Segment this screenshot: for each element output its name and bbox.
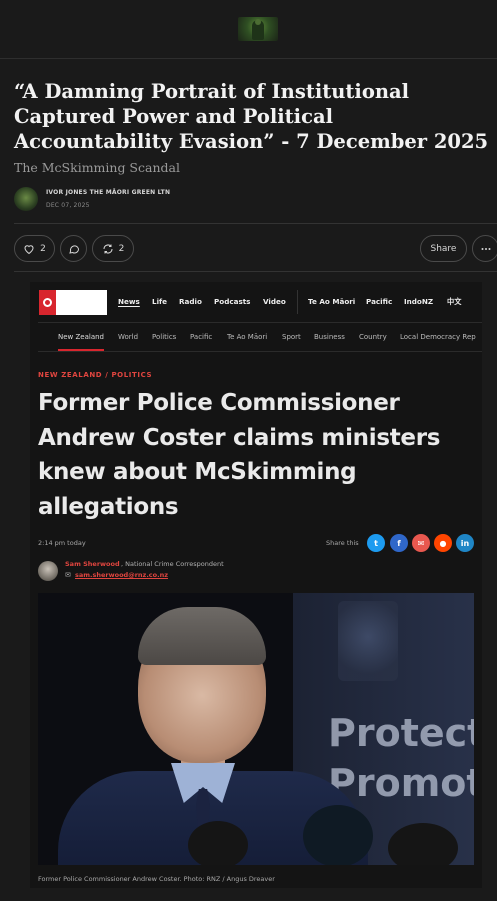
post-date: DEC 07, 2025 bbox=[46, 202, 90, 209]
article-headline: Former Police Commissioner Andrew Coster… bbox=[38, 390, 441, 520]
article-category: NEW ZEALAND / POLITICS bbox=[38, 371, 153, 379]
rnz-nav-pacific: Pacific bbox=[366, 297, 393, 306]
rnz-subnav-sport: Sport bbox=[282, 333, 301, 341]
rnz-subnav-politics: Politics bbox=[152, 333, 177, 341]
byline-avatar bbox=[38, 561, 58, 581]
rnz-nav-radio: Radio bbox=[179, 297, 202, 306]
backdrop-text-protect: Protect bbox=[328, 711, 474, 755]
share-button[interactable]: Share bbox=[420, 235, 467, 262]
email-share-icon: ✉ bbox=[412, 534, 430, 552]
restack-button[interactable]: 2 bbox=[92, 235, 134, 262]
police-crest bbox=[338, 601, 398, 681]
photo-hair bbox=[138, 607, 266, 665]
rnz-subnav-country: Country bbox=[359, 333, 387, 341]
rnz-subnav-new-zealand: New Zealand bbox=[58, 333, 104, 351]
rnz-top-nav: News Life Radio Podcasts Video Te Ao Māo… bbox=[30, 282, 482, 322]
post-subtitle: The McSkimming Scandal bbox=[14, 160, 180, 175]
twitter-icon: t bbox=[367, 534, 385, 552]
microphone bbox=[303, 805, 373, 865]
heart-icon bbox=[24, 244, 34, 254]
restack-icon bbox=[103, 244, 113, 253]
rnz-nav-te-ao-maori: Te Ao Māori bbox=[308, 297, 356, 306]
photo-caption: Former Police Commissioner Andrew Coster… bbox=[38, 875, 275, 883]
comment-icon bbox=[68, 244, 79, 254]
more-options-button[interactable] bbox=[472, 235, 497, 262]
rnz-subnav-local-democracy: Local Democracy Rep bbox=[400, 333, 476, 341]
byline-email: sam.sherwood@rnz.co.nz bbox=[75, 571, 168, 579]
byline-name: Sam Sherwood bbox=[65, 560, 120, 568]
share-this-label: Share this bbox=[326, 539, 359, 547]
rnz-subnav-world: World bbox=[118, 333, 139, 341]
author-avatar[interactable] bbox=[14, 187, 38, 211]
more-icon bbox=[481, 247, 490, 250]
email-icon: ✉ bbox=[65, 571, 71, 579]
embedded-article-screenshot: News Life Radio Podcasts Video Te Ao Māo… bbox=[30, 282, 482, 888]
post-title: “A Damning Portrait of Institutional Cap… bbox=[14, 80, 489, 153]
rnz-nav-video: Video bbox=[263, 297, 286, 306]
rnz-nav-separator bbox=[297, 290, 298, 314]
rnz-logo bbox=[39, 290, 107, 315]
linkedin-icon: in bbox=[456, 534, 474, 552]
article-photo: Protect Promot bbox=[38, 593, 474, 865]
rnz-subnav-te-ao-maori: Te Ao Māori bbox=[227, 333, 268, 341]
like-count: 2 bbox=[40, 243, 46, 254]
comment-button[interactable] bbox=[60, 235, 87, 262]
rnz-nav-life: Life bbox=[152, 297, 168, 306]
like-button[interactable]: 2 bbox=[14, 235, 55, 262]
rnz-nav-news: News bbox=[118, 297, 140, 306]
rnz-logo-mark bbox=[39, 290, 56, 315]
author-name[interactable]: IVOR JONES THE MĀORI GREEN LTN bbox=[46, 189, 170, 196]
rnz-nav-indonz: IndoNZ bbox=[404, 297, 434, 306]
rnz-subnav-pacific: Pacific bbox=[190, 333, 213, 341]
restack-count: 2 bbox=[118, 243, 125, 254]
rnz-subnav-business: Business bbox=[314, 333, 345, 341]
reddit-icon: ● bbox=[434, 534, 452, 552]
publication-logo[interactable] bbox=[238, 17, 278, 41]
rnz-sub-nav: New Zealand World Politics Pacific Te Ao… bbox=[38, 322, 482, 352]
divider bbox=[14, 271, 497, 272]
facebook-icon: f bbox=[390, 534, 408, 552]
logo-figure bbox=[252, 19, 264, 40]
backdrop-text-promote: Promot bbox=[328, 761, 474, 805]
rnz-nav-podcasts: Podcasts bbox=[214, 297, 251, 306]
microphone bbox=[388, 823, 458, 865]
article-time: 2:14 pm today bbox=[38, 539, 86, 547]
top-bar bbox=[0, 0, 497, 59]
rnz-nav-chinese: 中文 bbox=[447, 297, 462, 306]
microphone bbox=[188, 821, 248, 865]
divider bbox=[14, 223, 497, 224]
byline-role: , National Crime Correspondent bbox=[121, 560, 224, 568]
